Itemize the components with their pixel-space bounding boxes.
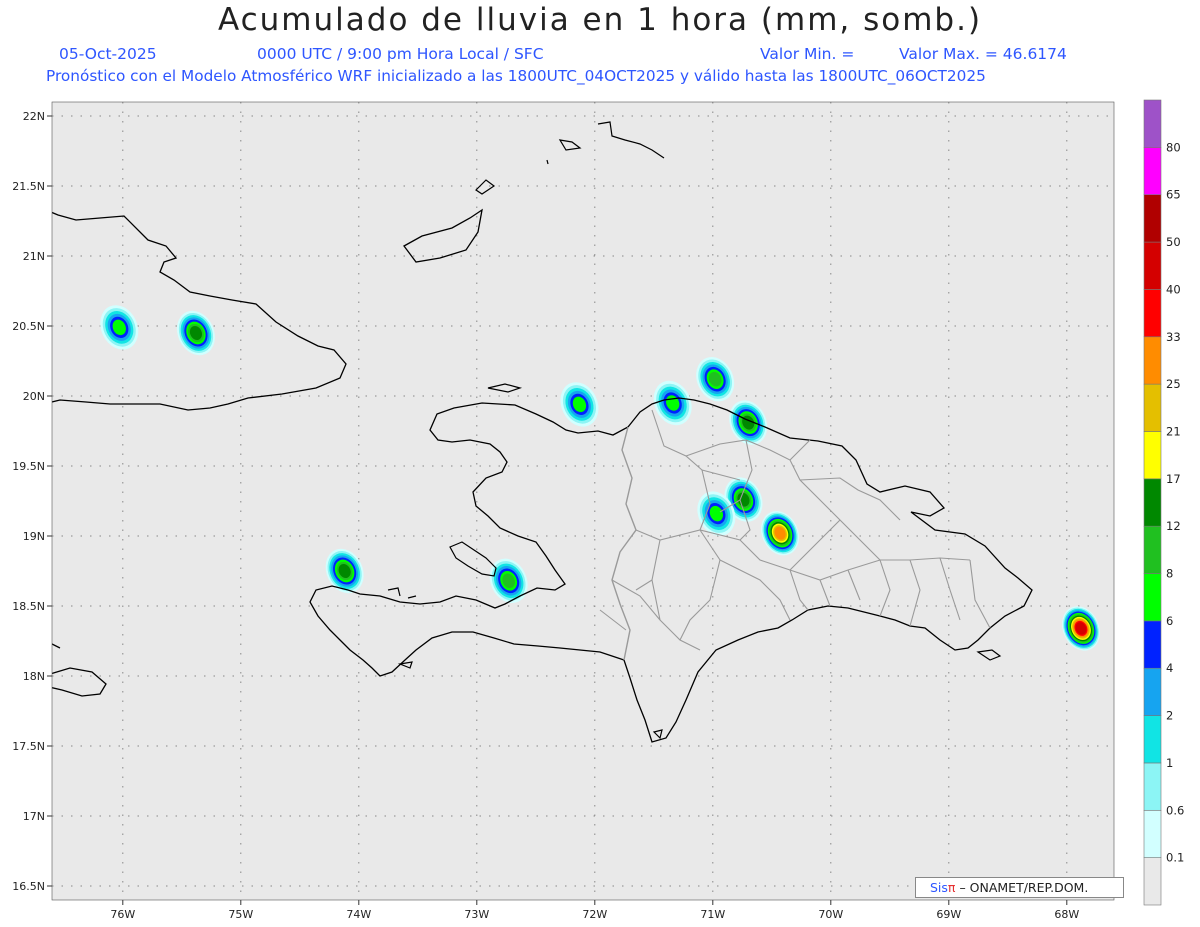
legend-swatch [1143, 147, 1162, 196]
lat-tick-label: 17.5N [12, 740, 45, 753]
legend-swatch [1143, 194, 1162, 243]
lat-tick-label: 16.5N [12, 880, 45, 893]
legend-label: 65 [1166, 188, 1181, 202]
legend-label: 50 [1166, 235, 1181, 249]
lon-tick-label: 71W [700, 908, 725, 921]
lon-tick-label: 74W [346, 908, 371, 921]
lat-tick-label: 22N [23, 110, 45, 123]
legend-swatch [1143, 620, 1162, 669]
legend-swatch [1143, 667, 1162, 716]
credit-box: Sisπ – ONAMET/REP.DOM. [915, 877, 1124, 898]
legend-label: 0.6 [1166, 803, 1184, 817]
legend-label: 33 [1166, 330, 1181, 344]
rainfall-map: 76W 75W 74W 73W 72W 71W 70W 69W 68W22N21.5N21N20… [12, 99, 1184, 921]
legend-label: 17 [1166, 472, 1181, 486]
credit-brand: Sis [930, 880, 948, 895]
legend-swatch [1143, 336, 1162, 385]
lat-tick-label: 18.5N [12, 600, 45, 613]
lon-tick-label: 76W [110, 908, 135, 921]
legend-swatch [1143, 573, 1162, 622]
legend-label: 6 [1166, 614, 1173, 628]
legend-label: 0.1 [1166, 851, 1184, 865]
lat-tick-label: 19.5N [12, 460, 45, 473]
lon-tick-label: 70W [818, 908, 843, 921]
legend-swatch [1143, 762, 1162, 811]
lon-tick-label: 75W [228, 908, 253, 921]
credit-text: – ONAMET/REP.DOM. [959, 880, 1089, 895]
legend-label: 25 [1166, 377, 1181, 391]
legend-swatch [1143, 241, 1162, 290]
legend-label: 8 [1166, 567, 1173, 581]
lon-tick-label: 68W [1054, 908, 1079, 921]
legend-label: 1 [1166, 756, 1173, 770]
map-background [52, 102, 1114, 900]
legend-swatch [1143, 715, 1162, 764]
lat-tick-label: 20N [23, 390, 45, 403]
legend-swatch [1143, 99, 1162, 148]
lat-tick-label: 20.5N [12, 320, 45, 333]
color-legend: 0.10.612468121721253340506580 [1143, 99, 1184, 906]
lon-tick-label: 73W [464, 908, 489, 921]
legend-label: 2 [1166, 709, 1173, 723]
legend-label: 12 [1166, 519, 1181, 533]
lat-tick-label: 19N [23, 530, 45, 543]
legend-swatch [1143, 478, 1162, 527]
legend-label: 21 [1166, 424, 1181, 438]
legend-swatch [1143, 289, 1162, 338]
legend-swatch [1143, 525, 1162, 574]
lat-tick-label: 21.5N [12, 180, 45, 193]
lat-tick-label: 18N [23, 670, 45, 683]
legend-label: 40 [1166, 282, 1181, 296]
lat-tick-label: 17N [23, 810, 45, 823]
legend-label: 4 [1166, 661, 1173, 675]
lon-tick-label: 72W [582, 908, 607, 921]
credit-symbol: π [947, 880, 956, 895]
legend-swatch [1143, 431, 1162, 480]
lat-tick-label: 21N [23, 250, 45, 263]
lon-tick-label: 69W [936, 908, 961, 921]
legend-label: 80 [1166, 140, 1181, 154]
legend-swatch [1143, 809, 1162, 858]
legend-swatch [1143, 857, 1162, 906]
legend-swatch [1143, 383, 1162, 432]
